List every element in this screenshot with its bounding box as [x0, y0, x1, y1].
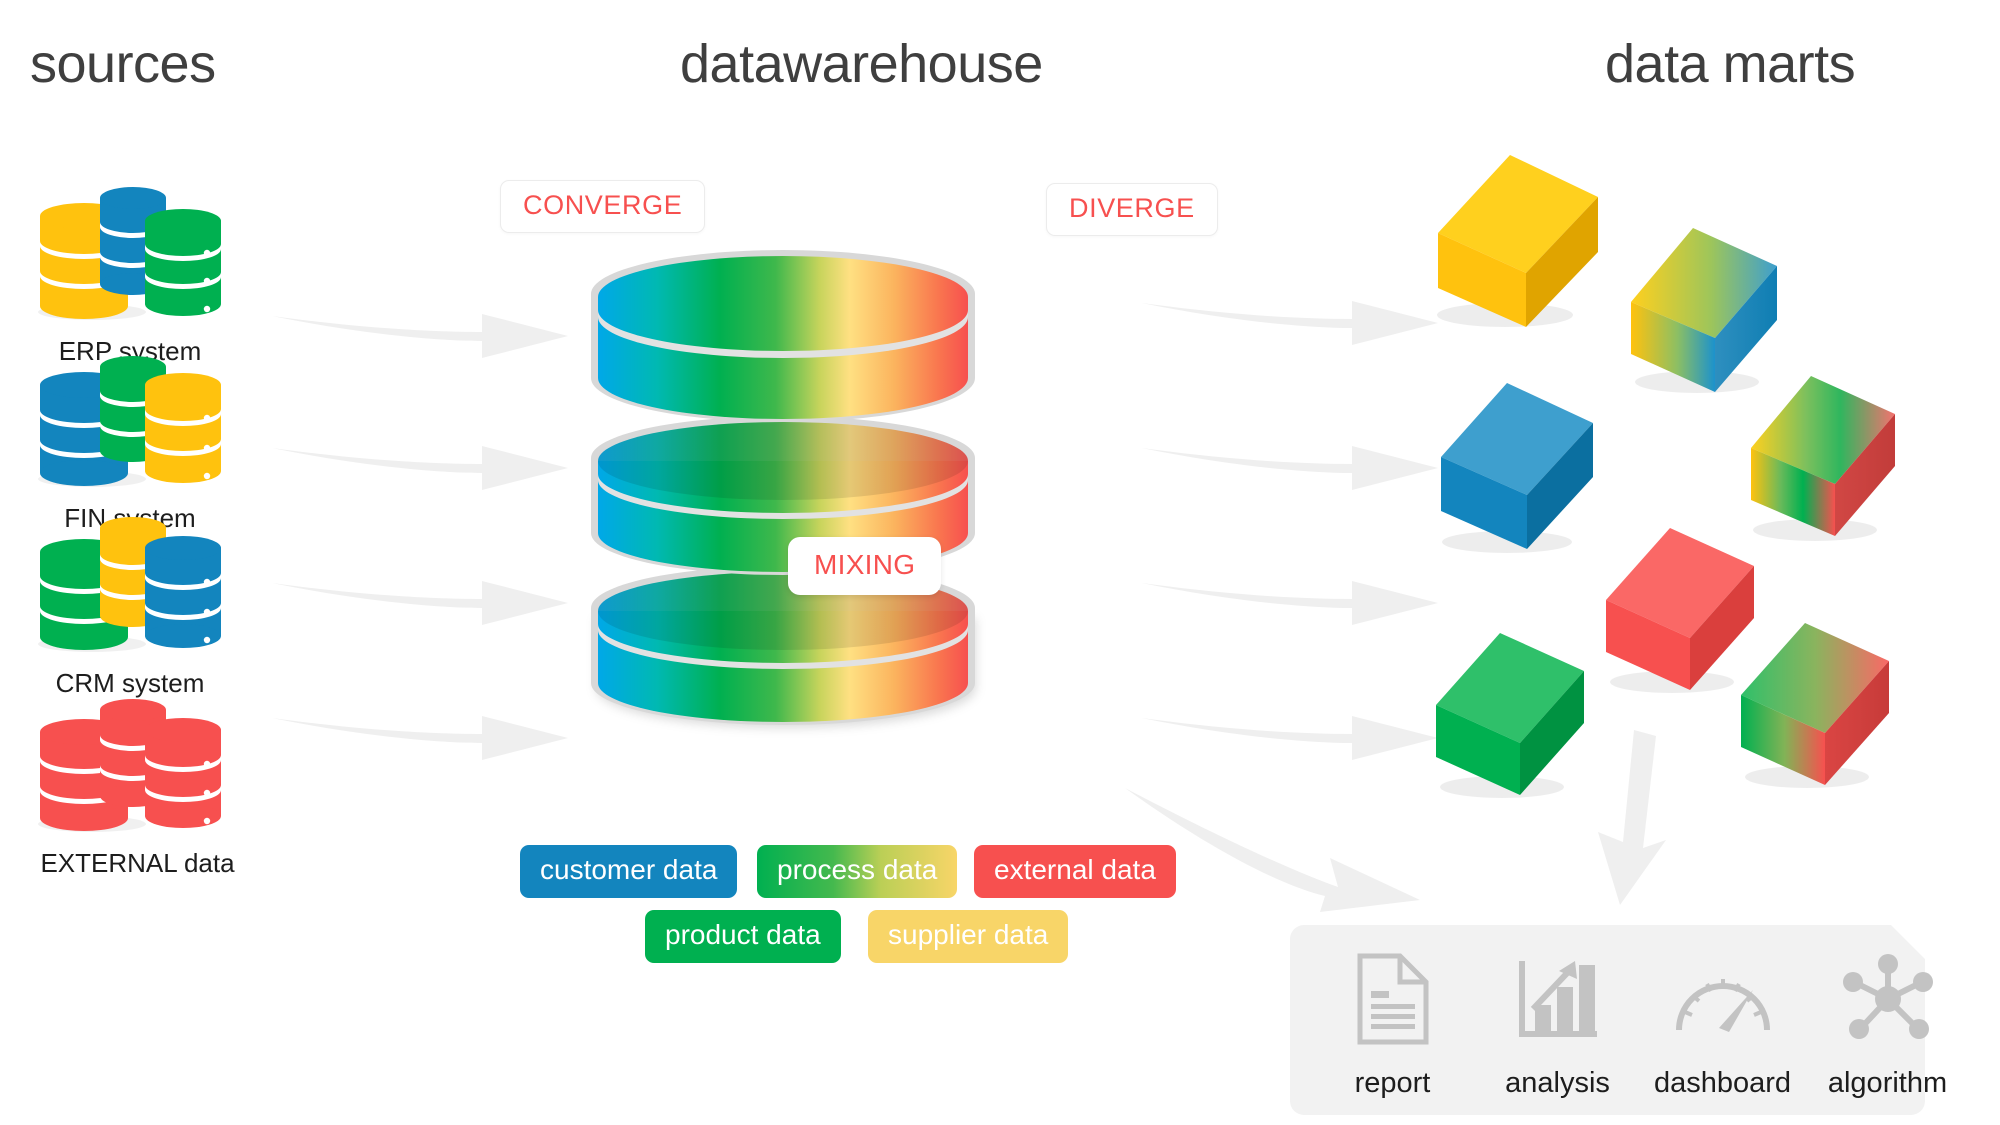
data-tag-product[interactable]: product data [645, 910, 841, 963]
source-item-fin[interactable]: FIN system [30, 355, 230, 534]
source-item-crm[interactable]: CRM system [30, 517, 230, 699]
network-nodes-icon [1805, 945, 1970, 1053]
data-tag-process[interactable]: process data [757, 845, 958, 898]
source-item-external[interactable]: EXTERNAL data [30, 699, 245, 879]
database-stack-icon [30, 355, 230, 487]
mixing-badge: MIXING [788, 537, 942, 595]
bar-chart-icon [1475, 945, 1640, 1053]
document-icon [1310, 945, 1475, 1053]
gauge-icon [1640, 945, 1805, 1053]
marts-column-title: data marts [1605, 34, 1856, 94]
output-item-dashboard[interactable]: dashboard [1640, 945, 1805, 1100]
outputs-list: report analysis dashboard algorithm [1310, 945, 1970, 1100]
flow-arrow-external [270, 690, 570, 760]
output-item-analysis[interactable]: analysis [1475, 945, 1640, 1100]
data-mart-cube-yellow[interactable] [1430, 145, 1620, 335]
diverge-arrow-1 [1140, 275, 1440, 345]
flow-arrow-erp [270, 288, 570, 358]
diagram-canvas: sources datawarehouse data marts ERP sys… [0, 0, 2000, 1125]
output-label-dashboard: dashboard [1653, 1067, 1792, 1099]
flow-arrow-fin [270, 420, 570, 490]
converge-badge: CONVERGE [500, 180, 706, 233]
output-label-report: report [1354, 1067, 1431, 1099]
warehouse-column-title: datawarehouse [680, 34, 1043, 94]
data-mart-cube-blue[interactable] [1435, 375, 1615, 560]
output-label-algorithm: algorithm [1827, 1067, 1948, 1099]
sources-column-title: sources [30, 34, 216, 94]
output-item-report[interactable]: report [1310, 945, 1475, 1100]
data-tag-customer[interactable]: customer data [520, 845, 738, 898]
datawarehouse-cylinder[interactable] [585, 238, 1115, 798]
database-stack-icon [30, 187, 230, 320]
diverge-badge: DIVERGE [1046, 183, 1218, 236]
diverge-arrow-4 [1140, 690, 1440, 760]
data-tag-supplier[interactable]: supplier data [868, 910, 1069, 963]
output-item-algorithm[interactable]: algorithm [1805, 945, 1970, 1100]
diverge-arrow-to-outputs [1120, 780, 1440, 930]
database-stack-icon [30, 517, 230, 652]
database-stack-icon [30, 699, 230, 832]
source-label-external: EXTERNAL data [40, 848, 235, 878]
data-mart-cube-green-red[interactable] [1735, 615, 1915, 795]
source-item-erp[interactable]: ERP system [30, 187, 230, 367]
diverge-arrow-3 [1140, 555, 1440, 625]
output-label-analysis: analysis [1505, 1067, 1610, 1099]
data-mart-cube-green[interactable] [1430, 625, 1610, 805]
diverge-arrow-2 [1140, 420, 1440, 490]
flow-arrow-crm [270, 555, 570, 625]
source-label-crm: CRM system [55, 668, 205, 698]
